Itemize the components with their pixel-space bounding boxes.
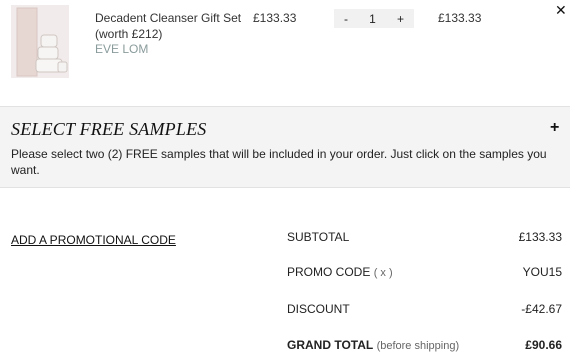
grand-total-row: GRAND TOTAL (before shipping) — [287, 338, 459, 352]
grand-total-value: £90.66 — [525, 338, 562, 352]
remove-item-icon[interactable]: ✕ — [555, 3, 567, 17]
quantity-value[interactable]: 1 — [369, 12, 376, 26]
product-brand[interactable]: EVE LOM — [95, 42, 148, 56]
remove-promo-button[interactable]: ( x ) — [374, 267, 393, 279]
add-promo-code-link[interactable]: ADD A PROMOTIONAL CODE — [11, 233, 176, 247]
subtotal-label: SUBTOTAL — [287, 230, 350, 244]
free-samples-description: Please select two (2) FREE samples that … — [11, 147, 547, 177]
line-total: £133.33 — [438, 11, 482, 25]
discount-value: -£42.67 — [521, 302, 562, 316]
product-name[interactable]: Decadent Cleanser Gift Set (worth £212) — [95, 10, 245, 42]
gift-set-illustration — [11, 5, 69, 78]
promo-code-value: YOU15 — [522, 265, 562, 279]
grand-total-label: GRAND TOTAL — [287, 338, 374, 352]
expand-plus-icon[interactable]: + — [550, 119, 559, 137]
quantity-stepper: - 1 + — [334, 9, 414, 28]
increase-quantity-button[interactable]: + — [397, 12, 404, 26]
unit-price: £133.33 — [253, 11, 297, 25]
promo-code-label: PROMO CODE — [287, 265, 371, 279]
subtotal-value: £133.33 — [518, 230, 562, 244]
product-image[interactable] — [11, 5, 69, 78]
free-samples-panel: SELECT FREE SAMPLES + Please select two … — [0, 106, 570, 188]
grand-total-note: (before shipping) — [376, 340, 460, 352]
free-samples-title[interactable]: SELECT FREE SAMPLES — [11, 119, 206, 140]
promo-code-row: PROMO CODE ( x ) — [287, 265, 393, 279]
decrease-quantity-button[interactable]: - — [344, 12, 348, 26]
discount-label: DISCOUNT — [287, 302, 350, 316]
